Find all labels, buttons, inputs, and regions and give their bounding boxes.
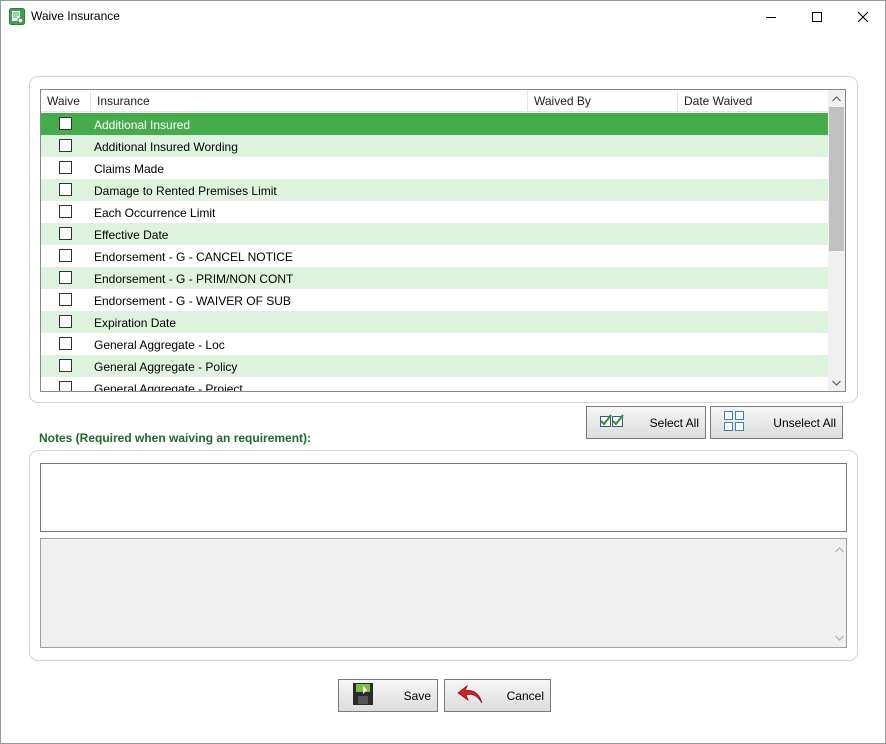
waive-checkbox[interactable] bbox=[59, 315, 72, 328]
column-header-waive[interactable]: Waive bbox=[41, 90, 91, 112]
insurance-grid[interactable]: Waive Insurance Waived By Date Waived Ad… bbox=[40, 89, 846, 392]
insurance-name: General Aggregate - Policy bbox=[94, 360, 238, 374]
window-title: Waive Insurance bbox=[31, 9, 120, 23]
waive-checkbox[interactable] bbox=[59, 337, 72, 350]
insurance-name: Damage to Rented Premises Limit bbox=[94, 184, 277, 198]
waive-checkbox[interactable] bbox=[59, 381, 72, 391]
table-row[interactable]: General Aggregate - Policy bbox=[41, 355, 828, 377]
insurance-name: Each Occurrence Limit bbox=[94, 206, 216, 220]
insurance-name: Claims Made bbox=[94, 162, 165, 176]
waive-checkbox[interactable] bbox=[59, 139, 72, 152]
unselect-all-icon bbox=[723, 410, 745, 435]
waive-checkbox[interactable] bbox=[59, 271, 72, 284]
table-row[interactable]: Additional Insured Wording bbox=[41, 135, 828, 157]
waive-checkbox[interactable] bbox=[59, 205, 72, 218]
waive-checkbox[interactable] bbox=[59, 293, 72, 306]
chevron-down-icon bbox=[832, 380, 841, 386]
insurance-name: General Aggregate - Project bbox=[94, 382, 243, 392]
notes-label: Notes (Required when waiving an requirem… bbox=[39, 431, 312, 445]
table-row[interactable]: Claims Made bbox=[41, 157, 828, 179]
waive-checkbox[interactable] bbox=[59, 161, 72, 174]
save-button[interactable]: Save bbox=[338, 679, 438, 712]
app-icon bbox=[9, 8, 25, 25]
save-label: Save bbox=[403, 688, 431, 703]
select-all-label: Select All bbox=[649, 415, 699, 430]
column-header-date-waived[interactable]: Date Waived bbox=[678, 90, 828, 112]
waive-checkbox[interactable] bbox=[59, 117, 72, 130]
insurance-name: Endorsement - G - WAIVER OF SUB bbox=[94, 294, 291, 308]
waive-checkbox[interactable] bbox=[59, 183, 72, 196]
grid-header: Waive Insurance Waived By Date Waived bbox=[41, 90, 828, 112]
chevron-up-icon[interactable] bbox=[835, 542, 844, 556]
title-bar: Waive Insurance bbox=[1, 1, 885, 32]
waive-insurance-window: Waive Insurance Waive Insurance Waived B… bbox=[0, 0, 886, 744]
insurance-name: Expiration Date bbox=[94, 316, 177, 330]
table-row[interactable]: Expiration Date bbox=[41, 311, 828, 333]
scroll-up-button[interactable] bbox=[828, 90, 845, 107]
column-header-waived-by[interactable]: Waived By bbox=[528, 90, 678, 112]
scroll-down-button[interactable] bbox=[828, 374, 845, 391]
insurance-name: Endorsement - G - PRIM/NON CONT bbox=[94, 272, 294, 286]
save-icon bbox=[351, 682, 377, 709]
table-row[interactable]: Damage to Rented Premises Limit bbox=[41, 179, 828, 201]
insurance-name: Endorsement - G - CANCEL NOTICE bbox=[94, 250, 293, 264]
waive-checkbox[interactable] bbox=[59, 359, 72, 372]
maximize-button[interactable] bbox=[794, 1, 840, 32]
chevron-down-icon[interactable] bbox=[835, 630, 844, 644]
cancel-label: Cancel bbox=[506, 688, 544, 703]
maximize-icon bbox=[812, 11, 822, 22]
table-row[interactable]: Additional Insured bbox=[41, 113, 828, 135]
select-all-icon bbox=[599, 413, 625, 432]
table-row[interactable]: Effective Date bbox=[41, 223, 828, 245]
waive-checkbox[interactable] bbox=[59, 227, 72, 240]
grid-vertical-scrollbar[interactable] bbox=[828, 90, 845, 391]
table-row[interactable]: Endorsement - G - WAIVER OF SUB bbox=[41, 289, 828, 311]
chevron-up-icon bbox=[832, 95, 841, 101]
table-row[interactable]: Endorsement - G - CANCEL NOTICE bbox=[41, 245, 828, 267]
table-row[interactable]: Each Occurrence Limit bbox=[41, 201, 828, 223]
insurance-name: Additional Insured Wording bbox=[94, 140, 238, 154]
close-icon bbox=[858, 11, 868, 22]
table-row[interactable]: Endorsement - G - PRIM/NON CONT bbox=[41, 267, 828, 289]
unselect-all-button[interactable]: Unselect All bbox=[710, 406, 843, 439]
column-header-insurance[interactable]: Insurance bbox=[91, 90, 528, 112]
close-button[interactable] bbox=[840, 1, 886, 32]
insurance-name: Effective Date bbox=[94, 228, 169, 242]
table-row[interactable]: General Aggregate - Loc bbox=[41, 333, 828, 355]
grid-body: Additional Insured Additional Insured Wo… bbox=[41, 113, 828, 392]
insurance-name: Additional Insured bbox=[94, 118, 191, 132]
waive-checkbox[interactable] bbox=[59, 249, 72, 262]
scroll-thumb[interactable] bbox=[829, 107, 844, 251]
minimize-button[interactable] bbox=[748, 1, 794, 32]
undo-arrow-icon bbox=[457, 683, 485, 708]
unselect-all-label: Unselect All bbox=[773, 415, 836, 430]
minimize-icon bbox=[766, 16, 776, 18]
table-row[interactable]: General Aggregate - Project bbox=[41, 377, 828, 392]
notes-history[interactable] bbox=[40, 538, 847, 648]
select-all-button[interactable]: Select All bbox=[586, 406, 706, 439]
cancel-button[interactable]: Cancel bbox=[444, 679, 551, 712]
notes-input[interactable] bbox=[40, 463, 847, 532]
insurance-name: General Aggregate - Loc bbox=[94, 338, 225, 352]
